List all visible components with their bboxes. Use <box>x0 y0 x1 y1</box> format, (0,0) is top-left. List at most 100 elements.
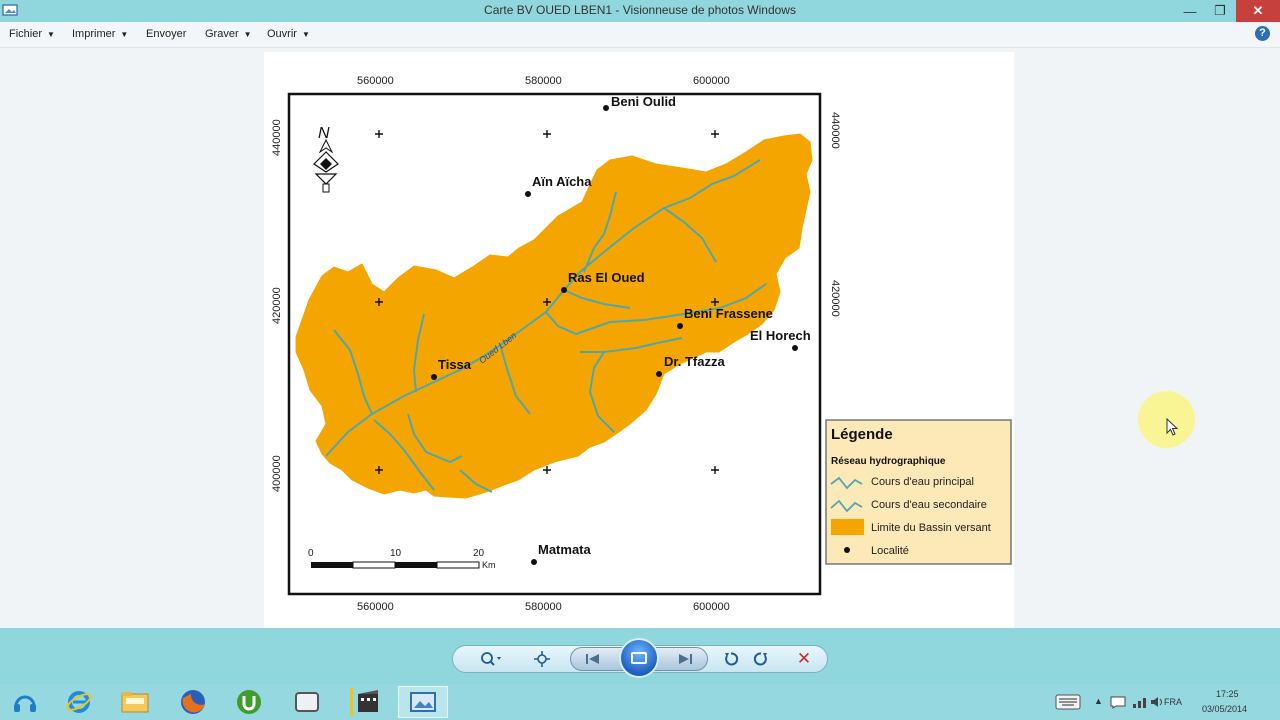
menu-graver-label: Graver <box>205 28 239 40</box>
legend-dot-symbol <box>844 547 850 553</box>
left-tick-label: 420000 <box>271 287 283 324</box>
legend-title: Légende <box>831 426 893 443</box>
firefox-icon <box>181 690 205 714</box>
delete-icon: ✕ <box>796 649 812 668</box>
menu-fichier-label: Fichier <box>9 28 43 40</box>
locality-label: Tissa <box>438 357 472 372</box>
minimize-icon: — <box>1183 3 1197 19</box>
file-explorer-icon <box>121 692 149 713</box>
taskbar-app-explorer[interactable] <box>110 686 160 718</box>
left-tick-label: 440000 <box>271 119 283 156</box>
restore-button[interactable]: ❐ <box>1206 0 1234 22</box>
next-icon <box>679 654 692 664</box>
movie-maker-icon <box>350 688 378 716</box>
locality-dot <box>656 371 662 377</box>
menu-fichier[interactable]: Fichier ▼ <box>9 28 55 40</box>
menu-ouvrir[interactable]: Ouvrir ▼ <box>267 28 310 40</box>
action-center-icon[interactable] <box>1110 695 1126 709</box>
legend-section: Réseau hydrographique <box>831 456 946 467</box>
scale-unit: Km <box>482 560 496 570</box>
show-hidden-icons-icon[interactable]: ▲ <box>1094 696 1103 706</box>
title-bar: Carte BV OUED LBEN1 - Visionneuse de pho… <box>0 0 1280 22</box>
rotate-clockwise-button[interactable] <box>750 649 772 669</box>
language-indicator[interactable]: FRA <box>1164 697 1182 707</box>
actual-size-button[interactable] <box>530 649 554 669</box>
rotate-counterclockwise-icon <box>725 652 739 666</box>
left-tick-label: 400000 <box>271 455 283 492</box>
previous-icon <box>586 654 599 664</box>
legend-item: Localité <box>871 545 909 557</box>
locality-dot <box>792 345 798 351</box>
legend-item: Limite du Bassin versant <box>871 522 991 534</box>
top-tick-label: 560000 <box>357 75 394 87</box>
network-icon[interactable] <box>1132 695 1148 709</box>
locality-label: Ras El Oued <box>568 270 645 285</box>
chevron-down-icon: ▼ <box>120 30 129 39</box>
right-tick-label: 440000 <box>829 112 841 149</box>
viewer-controls: ✕ <box>0 628 1280 684</box>
help-icon[interactable]: ? <box>1255 26 1270 41</box>
scale-label: 20 <box>473 548 485 559</box>
right-tick-label: 420000 <box>829 280 841 317</box>
locality-label: Matmata <box>538 542 592 557</box>
bottom-tick-label: 560000 <box>357 601 394 613</box>
taskbar-app-window[interactable] <box>282 686 332 718</box>
zoom-button[interactable] <box>476 649 506 669</box>
menu-imprimer[interactable]: Imprimer ▼ <box>72 28 128 40</box>
window-title: Carte BV OUED LBEN1 - Visionneuse de pho… <box>484 3 796 17</box>
menu-envoyer-label: Envoyer <box>146 28 187 40</box>
utorrent-icon <box>237 690 261 714</box>
restore-icon: ❐ <box>1214 3 1226 18</box>
legend-item: Cours d'eau secondaire <box>871 499 987 511</box>
volume-icon[interactable] <box>1150 695 1164 709</box>
legend-item: Cours d'eau principal <box>871 476 974 488</box>
previous-button[interactable] <box>580 649 606 669</box>
locality-dot <box>431 374 437 380</box>
chevron-down-icon: ▼ <box>301 30 310 39</box>
mouse-pointer-icon <box>1166 418 1179 436</box>
bottom-tick-label: 580000 <box>525 601 562 613</box>
locality-label: Beni Oulid <box>611 94 676 109</box>
taskbar-app-firefox[interactable] <box>168 686 218 718</box>
close-icon: ✕ <box>1252 3 1264 18</box>
taskbar-app-ie[interactable] <box>54 686 104 718</box>
taskbar-app-utorrent[interactable] <box>224 686 274 718</box>
photo-viewer-icon <box>410 692 436 712</box>
taskbar-app-headset[interactable] <box>0 686 50 718</box>
zoom-icon <box>481 652 501 666</box>
locality-label: Dr. Tfazza <box>664 354 725 369</box>
taskbar-app-moviemaker[interactable] <box>340 686 390 718</box>
slideshow-button[interactable] <box>619 638 659 678</box>
locality-dot <box>531 559 537 565</box>
top-tick-label: 600000 <box>693 75 730 87</box>
locality-dot <box>677 323 683 329</box>
map-image: Oued Lben 560000 580000 600000 560000 58… <box>271 75 1012 613</box>
menu-envoyer[interactable]: Envoyer <box>146 28 186 40</box>
keyboard-icon[interactable] <box>1055 694 1081 710</box>
next-button[interactable] <box>672 649 698 669</box>
internet-explorer-icon <box>66 691 92 713</box>
locality-label: El Horech <box>750 328 811 343</box>
minimize-button[interactable]: — <box>1176 0 1204 22</box>
chevron-down-icon: ▼ <box>243 30 252 39</box>
legend-fill-symbol <box>831 519 864 535</box>
menu-ouvrir-label: Ouvrir <box>267 28 297 40</box>
locality-label: Aïn Aïcha <box>532 174 592 189</box>
actual-size-icon <box>534 651 550 667</box>
chevron-down-icon: ▼ <box>47 30 55 39</box>
locality-label: Beni Frassene <box>684 306 773 321</box>
scale-label: 10 <box>390 548 402 559</box>
rotate-clockwise-icon <box>753 652 767 666</box>
clock-date[interactable]: 03/05/2014 <box>1202 704 1247 714</box>
delete-button[interactable]: ✕ <box>793 649 815 669</box>
rotate-counterclockwise-button[interactable] <box>720 649 742 669</box>
menu-graver[interactable]: Graver ▼ <box>205 28 252 40</box>
bottom-tick-label: 600000 <box>693 601 730 613</box>
menu-bar: Fichier ▼ Imprimer ▼ Envoyer Graver ▼ Ouvri… <box>0 22 1280 48</box>
close-button[interactable]: ✕ <box>1236 0 1280 22</box>
clock-time[interactable]: 17:25 <box>1216 689 1239 699</box>
north-label: N <box>318 125 330 142</box>
locality-dot <box>525 191 531 197</box>
headset-icon <box>14 695 36 712</box>
taskbar-app-photo-viewer[interactable] <box>398 686 448 718</box>
